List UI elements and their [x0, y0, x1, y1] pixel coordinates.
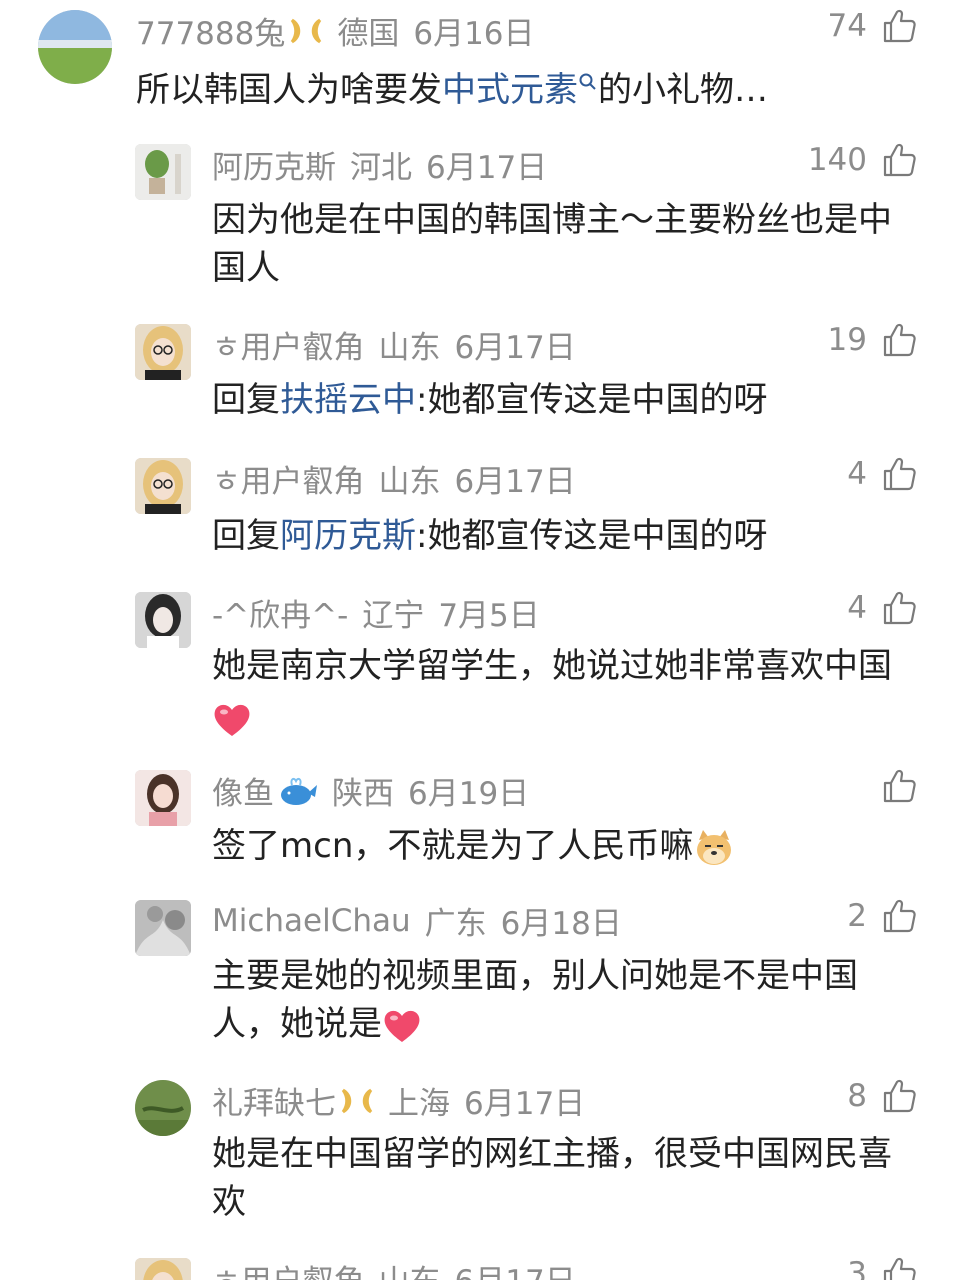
date: 6月16日 — [413, 16, 535, 52]
like-count: 74 — [827, 8, 867, 44]
like-count: 4 — [847, 456, 867, 492]
thumbs-up-icon[interactable] — [881, 1256, 917, 1280]
comment-text: 回复扶摇云中:她都宣传这是中国的呀 — [212, 380, 768, 420]
date: 6月17日 — [454, 330, 576, 366]
location: 广东 — [424, 906, 487, 942]
comment-text: 因为他是在中国的韩国博主～主要粉丝也是中 国人 — [212, 200, 892, 288]
like-control[interactable]: 74 — [828, 8, 917, 44]
thumbs-up-icon[interactable] — [881, 898, 917, 934]
comment-meta: ㅎ用户叡角 山东 6月17日 — [212, 322, 576, 367]
date: 7月5日 — [438, 598, 540, 634]
username[interactable]: 777888兔 — [136, 8, 323, 53]
avatar[interactable] — [135, 900, 191, 956]
location: 上海 — [388, 1086, 450, 1122]
comment-meta: 777888兔 德国 6月16日 — [136, 8, 535, 53]
search-icon — [579, 73, 596, 90]
reply-item: 阿历克斯 河北 6月17日 140 因为他是在中国的韩国博主～主要粉丝也是中 国… — [0, 136, 957, 306]
thumbs-up-icon[interactable] — [881, 590, 917, 626]
comment-text: 她是南京大学留学生，她说过她非常喜欢中国 — [212, 642, 922, 738]
comment-meta: -^欣冉^- 辽宁 7月5日 — [212, 590, 540, 635]
topic-link[interactable]: 中式元素 — [442, 70, 598, 110]
like-control[interactable]: 4 — [847, 590, 917, 626]
location: 辽宁 — [362, 598, 425, 634]
reply-item: -^欣冉^- 辽宁 7月5日 4 她是南京大学留学生，她说过她非常喜欢中国 — [0, 584, 957, 744]
comment-text: 签了mcn，不就是为了人民币嘛 — [212, 822, 922, 870]
like-count: 4 — [847, 590, 867, 626]
comment-meta: ㅎ用户叡角 山东 6月17日 — [212, 1256, 576, 1280]
comment-text: 所以韩国人为啥要发中式元素 的小礼物… — [136, 70, 768, 110]
thumbs-up-icon[interactable] — [881, 768, 917, 804]
username[interactable]: 阿历克斯 — [212, 142, 336, 187]
avatar[interactable] — [135, 144, 191, 200]
thumbs-up-icon[interactable] — [881, 1078, 917, 1114]
heart-emoji — [212, 702, 252, 738]
location: 山东 — [378, 464, 441, 500]
like-control[interactable]: 3 — [847, 1256, 917, 1280]
location: 河北 — [350, 150, 412, 186]
avatar[interactable] — [135, 324, 191, 380]
reply-target-link[interactable]: 阿历克斯 — [280, 516, 416, 556]
like-count: 140 — [807, 142, 867, 178]
thumbs-up-icon[interactable] — [881, 142, 917, 178]
avatar[interactable] — [135, 770, 191, 826]
location: 陕西 — [332, 776, 394, 812]
like-count: 8 — [847, 1078, 867, 1114]
comment-meta: ㅎ用户叡角 山东 6月17日 — [212, 456, 576, 501]
thumbs-up-icon[interactable] — [881, 8, 917, 44]
date: 6月17日 — [464, 1086, 586, 1122]
comment-meta: 礼拜缺七 上海 6月17日 — [212, 1078, 585, 1123]
comment-item: 777888兔 德国 6月16日 74 所以韩国人为啥要发中式元素 的小礼物… — [0, 2, 957, 122]
thumbs-up-icon[interactable] — [881, 456, 917, 492]
date: 6月17日 — [455, 1256, 576, 1280]
comment-meta: 像鱼 陕西 6月19日 — [212, 768, 529, 813]
like-count: 19 — [827, 322, 867, 358]
username[interactable]: ㅎ用户叡角 — [212, 1256, 365, 1280]
date: 6月17日 — [454, 464, 576, 500]
thumbs-up-icon[interactable] — [881, 322, 917, 358]
username[interactable]: 礼拜缺七 — [212, 1078, 374, 1123]
avatar[interactable] — [135, 458, 191, 514]
reply-target-link[interactable]: 扶摇云中 — [280, 380, 416, 420]
location: 德国 — [337, 16, 400, 52]
location: 山东 — [378, 330, 441, 366]
reply-item: ㅎ用户叡角 山东 6月17日 4 回复阿历克斯:她都宣传这是中国的呀 — [0, 450, 957, 570]
whale-emoji — [281, 777, 317, 805]
reply-item: MichaelChau 广东 6月18日 2 主要是她的视频里面，别人问她是不是… — [0, 892, 957, 1062]
like-control[interactable]: 140 — [808, 142, 917, 178]
like-count: 3 — [847, 1256, 867, 1280]
heart-emoji — [382, 1008, 422, 1044]
avatar[interactable] — [135, 1258, 191, 1280]
date: 6月17日 — [426, 150, 548, 186]
reply-item: ㅎ用户叡角 山东 6月17日 19 回复扶摇云中:她都宣传这是中国的呀 — [0, 316, 957, 436]
vip-ribbon-icon — [289, 17, 323, 45]
username[interactable]: -^欣冉^- — [212, 590, 348, 635]
username[interactable]: 像鱼 — [212, 768, 318, 813]
like-control[interactable] — [867, 768, 917, 804]
like-control[interactable]: 19 — [828, 322, 917, 358]
username[interactable]: ㅎ用户叡角 — [212, 456, 365, 501]
username[interactable]: ㅎ用户叡角 — [212, 322, 365, 367]
avatar[interactable] — [135, 592, 191, 648]
comment-meta: MichaelChau 广东 6月18日 — [212, 898, 622, 943]
like-count: 2 — [847, 898, 867, 934]
date: 6月19日 — [408, 776, 530, 812]
comment-text: 主要是她的视频里面，别人问她是不是中国 人，她说是 — [212, 956, 858, 1044]
location: 山东 — [379, 1256, 441, 1280]
reply-item: 像鱼 陕西 6月19日 签了mcn，不就是为了人民币嘛 — [0, 762, 957, 882]
avatar[interactable] — [38, 10, 112, 84]
avatar[interactable] — [135, 1080, 191, 1136]
like-control[interactable]: 2 — [847, 898, 917, 934]
like-control[interactable]: 4 — [847, 456, 917, 492]
comment-meta: 阿历克斯 河北 6月17日 — [212, 142, 547, 187]
vip-ribbon-icon — [340, 1087, 374, 1115]
reply-item: 礼拜缺七 上海 6月17日 8 她是在中国留学的网红主播，很受中国网民喜 欢 — [0, 1072, 957, 1242]
comment-text: 回复阿历克斯:她都宣传这是中国的呀 — [212, 516, 768, 556]
like-control[interactable]: 8 — [847, 1078, 917, 1114]
doge-emoji — [697, 829, 732, 865]
reply-item: ㅎ用户叡角 山东 6月17日 3 — [0, 1250, 957, 1280]
username[interactable]: MichaelChau — [212, 903, 411, 939]
date: 6月18日 — [500, 906, 622, 942]
comment-text: 她是在中国留学的网红主播，很受中国网民喜 欢 — [212, 1134, 892, 1222]
